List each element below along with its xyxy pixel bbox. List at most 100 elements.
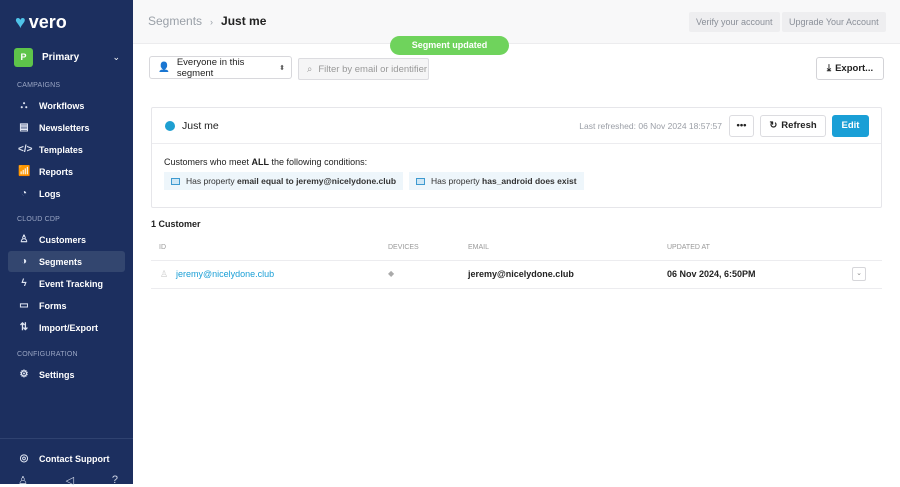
help-icon[interactable]: ?	[112, 474, 118, 487]
label: Workflows	[39, 100, 85, 111]
segment-title: Just me	[182, 119, 219, 132]
col-updated: UPDATED AT	[667, 244, 710, 251]
c-pre: Has property	[186, 176, 238, 186]
upgrade-account-button[interactable]: Upgrade Your Account	[782, 12, 886, 32]
newsletter-icon: ▤	[19, 122, 29, 133]
import-export-icon: ⇅	[19, 322, 29, 333]
t2: ALL	[251, 157, 270, 167]
form-icon: ▭	[19, 300, 29, 311]
audience-select[interactable]: 👤 Everyone in this segment ⬍	[149, 56, 292, 79]
filter-placeholder: Filter by email or identifier	[318, 63, 428, 75]
verify-account-button[interactable]: Verify your account	[689, 12, 780, 32]
sidebar-item-workflows[interactable]: ⛬ Workflows	[8, 95, 125, 116]
more-button[interactable]: •••	[729, 114, 754, 137]
sidebar-item-reports[interactable]: 📶 Reports	[8, 161, 125, 182]
c-val: has_android does exist	[482, 176, 577, 186]
segment-pie-icon	[165, 120, 175, 131]
sidebar-item-forms[interactable]: ▭ Forms	[8, 295, 125, 316]
device-icon: ◆	[388, 269, 395, 278]
edit-button[interactable]: Edit	[832, 114, 869, 137]
megaphone-icon[interactable]: ◁	[66, 474, 74, 487]
customer-id-link[interactable]: jeremy@nicelydone.club	[176, 269, 274, 279]
sidebar: ♥ vero P Primary ⌄ CAMPAIGNS ⛬ Workflows ▤ Ne…	[0, 0, 133, 487]
select-value: Everyone in this segment	[176, 56, 245, 79]
filter-input[interactable]: ⌕ Filter by email or identifier	[298, 58, 429, 80]
segment-card: Just me Last refreshed: 06 Nov 2024 18:5…	[151, 107, 882, 208]
search-icon: ⌕	[307, 63, 313, 75]
section-configuration: CONFIGURATION	[17, 351, 78, 358]
lightning-icon: ϟ	[21, 278, 27, 289]
select-arrows-icon: ⬍	[279, 64, 285, 72]
label: Segments	[39, 256, 83, 267]
condition-chip: Has property email equal to jeremy@nicel…	[164, 172, 404, 190]
c-val: email equal to jeremy@nicelydone.club	[237, 176, 397, 186]
label: Reports	[39, 166, 74, 177]
logs-icon: ◔	[20, 188, 28, 199]
row-expand-button[interactable]: ⌄	[852, 267, 866, 281]
chevron-right-icon: ›	[210, 17, 214, 27]
toast-notification: Segment updated	[390, 36, 509, 55]
workspace-avatar: P	[14, 47, 33, 67]
sidebar-item-segments[interactable]: ◑ Segments	[8, 251, 125, 272]
workspace-switcher[interactable]: P Primary ⌄	[14, 47, 120, 67]
col-devices: DEVICES	[388, 244, 419, 251]
label: Logs	[39, 188, 61, 199]
page-title: Just me	[221, 14, 267, 28]
user-icon: ♙	[19, 234, 29, 245]
t1: Customers who meet	[164, 157, 252, 167]
segment-icon: ◑	[20, 256, 28, 267]
vero-logo[interactable]: ♥ vero	[15, 12, 67, 33]
export-label: Export...	[835, 63, 874, 74]
export-button[interactable]: ⤓ Export...	[816, 57, 884, 80]
divider	[151, 260, 882, 261]
user-avatar-icon: ♙	[160, 269, 169, 279]
col-email: EMAIL	[468, 244, 490, 251]
sidebar-item-settings[interactable]: ⚙ Settings	[8, 364, 125, 385]
top-bar: Segments › Just me Verify your account Upg…	[133, 0, 900, 44]
sidebar-item-templates[interactable]: </> Templates	[8, 139, 125, 160]
property-icon	[171, 177, 180, 185]
label: Newsletters	[39, 122, 90, 133]
label: Import/Export	[39, 322, 99, 333]
section-campaigns: CAMPAIGNS	[17, 82, 61, 89]
workflow-icon: ⛬	[20, 100, 28, 111]
property-icon	[416, 177, 426, 185]
workspace-name: Primary	[42, 51, 80, 63]
sidebar-item-newsletters[interactable]: ▤ Newsletters	[8, 117, 125, 138]
refresh-icon: ↻	[769, 120, 778, 131]
label: Customers	[39, 234, 87, 245]
c-pre: Has property	[431, 176, 483, 186]
gear-icon: ⚙	[19, 369, 29, 380]
heart-logo-icon: ♥	[15, 12, 26, 32]
sidebar-item-event-tracking[interactable]: ϟ Event Tracking	[8, 273, 125, 294]
refresh-label: Refresh	[781, 120, 817, 131]
sidebar-item-import-export[interactable]: ⇅ Import/Export	[8, 317, 125, 338]
last-refreshed: Last refreshed: 06 Nov 2024 18:57:57	[579, 120, 722, 131]
conditions-heading: Customers who meet ALL the following con…	[164, 157, 881, 167]
sidebar-item-logs[interactable]: ◔ Logs	[8, 183, 125, 204]
label: Templates	[39, 144, 83, 155]
code-icon: </>	[18, 144, 33, 155]
download-icon: ⤓	[826, 63, 832, 74]
customer-updated: 06 Nov 2024, 6:50PM	[667, 269, 756, 279]
divider	[151, 288, 882, 289]
divider	[0, 438, 133, 439]
sidebar-item-customers[interactable]: ♙ Customers	[8, 229, 125, 250]
label: Contact Support	[39, 453, 110, 464]
col-id: ID	[159, 244, 166, 251]
chevron-down-icon: ⌄	[112, 51, 120, 62]
profile-icon[interactable]: ♙	[18, 474, 28, 487]
section-cloud-cdp: CLOUD CDP	[17, 216, 61, 223]
customer-email: jeremy@nicelydone.club	[468, 269, 574, 279]
condition-chip: Has property has_android does exist	[409, 172, 584, 190]
refresh-button[interactable]: ↻ Refresh	[760, 114, 826, 137]
brand-name: vero	[28, 12, 67, 32]
t3: the following conditions:	[269, 157, 368, 167]
label: Event Tracking	[39, 278, 104, 289]
customer-count: 1 Customer	[151, 219, 201, 229]
breadcrumb-segments[interactable]: Segments	[148, 14, 202, 28]
breadcrumb: Segments › Just me	[148, 14, 266, 28]
users-icon: 👤	[158, 62, 170, 73]
contact-support[interactable]: ◎ Contact Support	[8, 448, 125, 469]
label: Settings	[39, 369, 75, 380]
